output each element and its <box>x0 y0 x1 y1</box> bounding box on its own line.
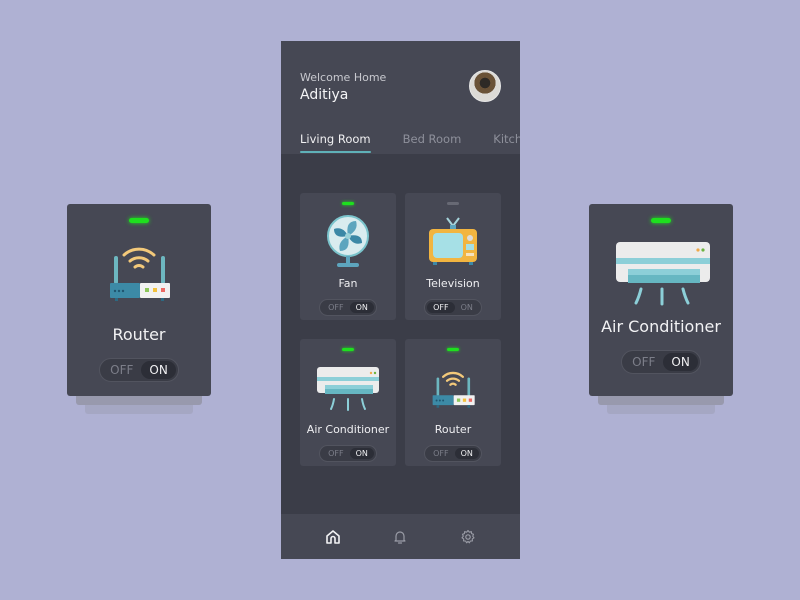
air-conditioner-icon <box>611 237 711 307</box>
router-detail-card[interactable]: Router OFF ON <box>67 204 211 396</box>
power-toggle[interactable]: OFF ON <box>621 350 701 374</box>
power-toggle[interactable]: OFF ON <box>99 358 179 382</box>
status-led <box>129 218 149 223</box>
ac-detail-card-wrapper: Air Conditioner OFF ON <box>589 204 733 414</box>
power-toggle[interactable]: OFF ON <box>424 299 482 316</box>
avatar[interactable] <box>469 70 501 102</box>
device-card-router[interactable]: Router OFF ON <box>405 339 501 466</box>
toggle-on[interactable]: ON <box>349 302 374 313</box>
device-name: Air Conditioner <box>601 317 721 336</box>
status-led <box>447 348 459 351</box>
app-header: Welcome Home Aditiya Living Room Bed Roo… <box>281 41 520 154</box>
phone-app: Welcome Home Aditiya Living Room Bed Roo… <box>281 41 520 559</box>
power-toggle[interactable]: OFF ON <box>424 445 482 462</box>
device-grid: Fan OFF ON Television OFF ON Air Conditi… <box>300 193 501 466</box>
router-icon <box>430 359 476 417</box>
status-led <box>342 348 354 351</box>
toggle-on[interactable]: ON <box>349 448 374 459</box>
toggle-off[interactable]: OFF <box>427 448 455 459</box>
router-icon <box>104 237 174 307</box>
toggle-on[interactable]: ON <box>141 361 176 379</box>
toggle-off[interactable]: OFF <box>624 353 663 371</box>
status-led <box>342 202 354 205</box>
toggle-off[interactable]: OFF <box>102 361 141 379</box>
device-card-air-conditioner[interactable]: Air Conditioner OFF ON <box>300 339 396 466</box>
bell-icon[interactable] <box>390 527 410 547</box>
power-toggle[interactable]: OFF ON <box>319 445 377 462</box>
tab-kitchen[interactable]: Kitchen <box>493 132 520 153</box>
fan-icon <box>325 213 371 271</box>
tab-bed-room[interactable]: Bed Room <box>403 132 462 153</box>
toggle-on[interactable]: ON <box>454 448 479 459</box>
bottom-nav <box>281 514 520 559</box>
device-card-fan[interactable]: Fan OFF ON <box>300 193 396 320</box>
device-name: Router <box>434 423 472 436</box>
router-detail-card-wrapper: Router OFF ON <box>67 204 211 414</box>
ac-detail-card[interactable]: Air Conditioner OFF ON <box>589 204 733 396</box>
device-name: Television <box>426 277 480 290</box>
status-led <box>651 218 671 223</box>
television-icon <box>427 213 479 271</box>
device-name: Air Conditioner <box>306 423 390 436</box>
toggle-off[interactable]: OFF <box>322 448 350 459</box>
toggle-off[interactable]: OFF <box>322 302 350 313</box>
toggle-on[interactable]: ON <box>455 302 479 313</box>
power-toggle[interactable]: OFF ON <box>319 299 377 316</box>
home-icon[interactable] <box>323 527 343 547</box>
device-name: Router <box>112 325 166 344</box>
gear-icon[interactable] <box>458 527 478 547</box>
air-conditioner-icon <box>315 359 381 417</box>
welcome-text: Welcome Home <box>300 71 387 84</box>
device-card-television[interactable]: Television OFF ON <box>405 193 501 320</box>
status-led <box>447 202 459 205</box>
toggle-off[interactable]: OFF <box>427 302 455 313</box>
room-tabs: Living Room Bed Room Kitchen <box>300 132 520 153</box>
user-name: Aditiya <box>300 87 349 103</box>
tab-living-room[interactable]: Living Room <box>300 132 371 153</box>
toggle-on[interactable]: ON <box>663 353 698 371</box>
device-name: Fan <box>338 277 358 290</box>
